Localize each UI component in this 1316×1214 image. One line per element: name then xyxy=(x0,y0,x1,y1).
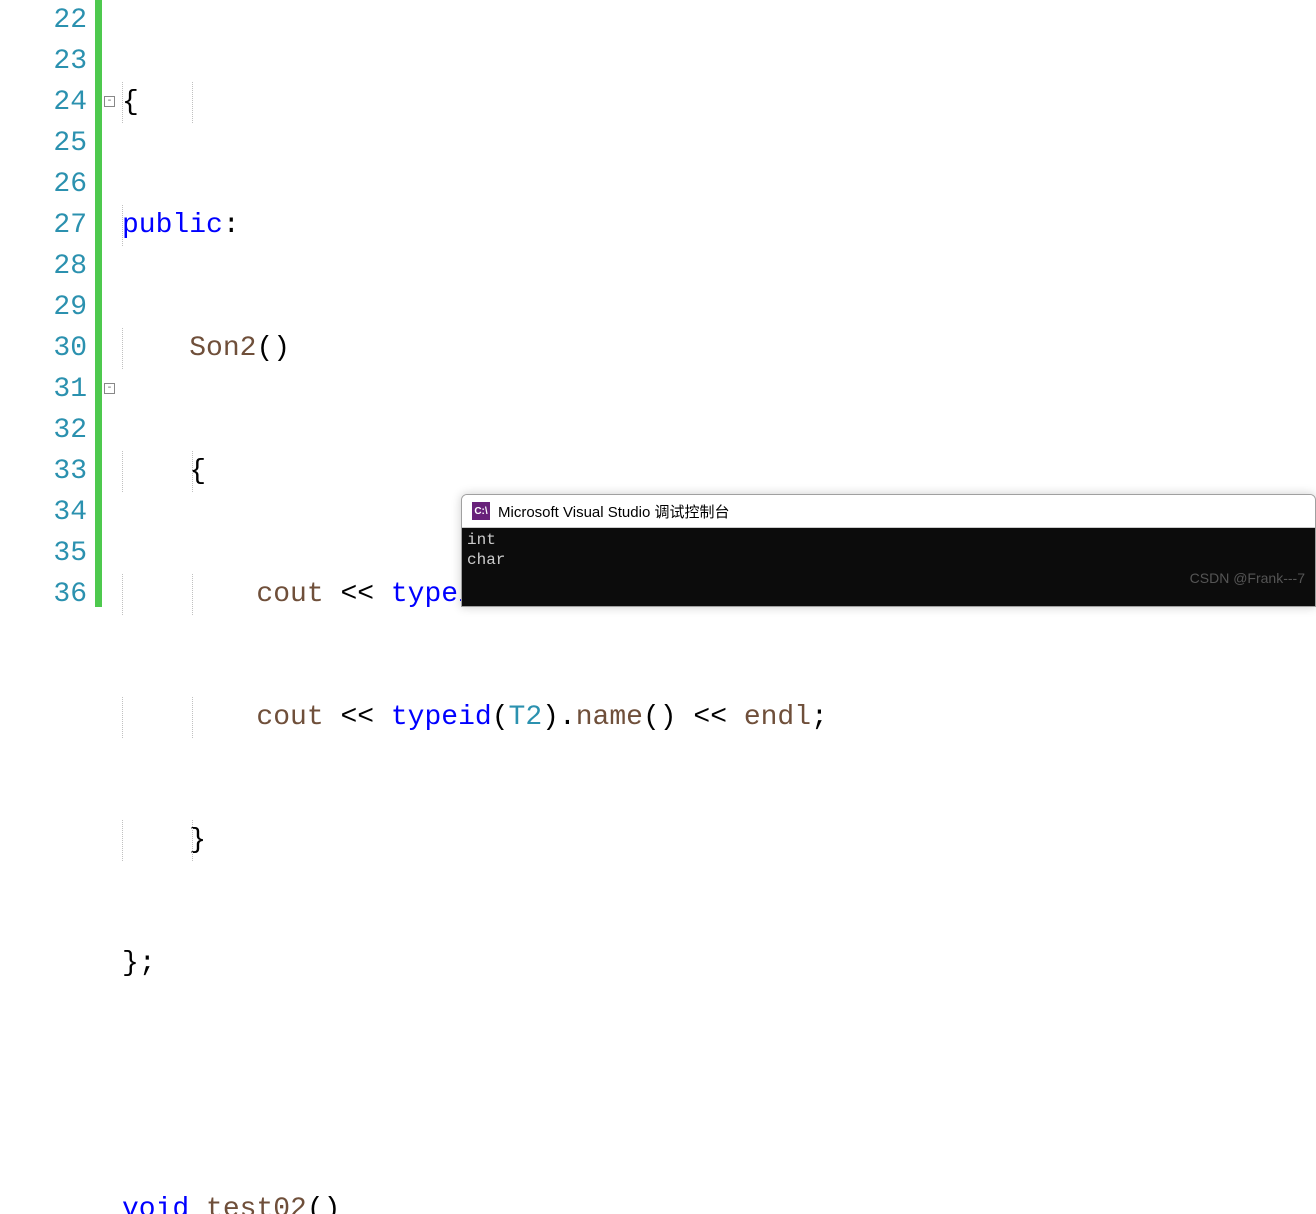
line-number[interactable]: 26 xyxy=(0,164,87,205)
line-number-gutter: 22 23 24 25 26 27 28 29 30 31 32 33 34 3… xyxy=(0,0,95,607)
line-number[interactable]: 22 xyxy=(0,0,87,41)
change-indicator-bar xyxy=(95,0,102,607)
line-number[interactable]: 35 xyxy=(0,533,87,574)
line-number[interactable]: 25 xyxy=(0,123,87,164)
console-titlebar[interactable]: C:\ Microsoft Visual Studio 调试控制台 xyxy=(462,495,1315,528)
console-output-line: char xyxy=(467,550,1310,570)
fold-collapse-icon[interactable]: - xyxy=(104,96,115,107)
watermark-text: CSDN @Frank---7 xyxy=(1190,568,1305,588)
line-number[interactable]: 32 xyxy=(0,410,87,451)
line-number[interactable]: 33 xyxy=(0,451,87,492)
line-number[interactable]: 30 xyxy=(0,328,87,369)
console-title: Microsoft Visual Studio 调试控制台 xyxy=(498,501,729,522)
fold-column: - - xyxy=(102,0,122,607)
line-number[interactable]: 36 xyxy=(0,574,87,615)
console-app-icon: C:\ xyxy=(472,502,490,520)
line-number[interactable]: 24 xyxy=(0,82,87,123)
line-number[interactable]: 23 xyxy=(0,41,87,82)
debug-console-window[interactable]: C:\ Microsoft Visual Studio 调试控制台 int ch… xyxy=(461,494,1316,607)
line-number[interactable]: 28 xyxy=(0,246,87,287)
console-output[interactable]: int char CSDN @Frank---7 xyxy=(462,528,1315,606)
line-number[interactable]: 27 xyxy=(0,205,87,246)
console-output-line: int xyxy=(467,530,1310,550)
line-number[interactable]: 34 xyxy=(0,492,87,533)
fold-collapse-icon[interactable]: - xyxy=(104,383,115,394)
line-number[interactable]: 31 xyxy=(0,369,87,410)
line-number[interactable]: 29 xyxy=(0,287,87,328)
